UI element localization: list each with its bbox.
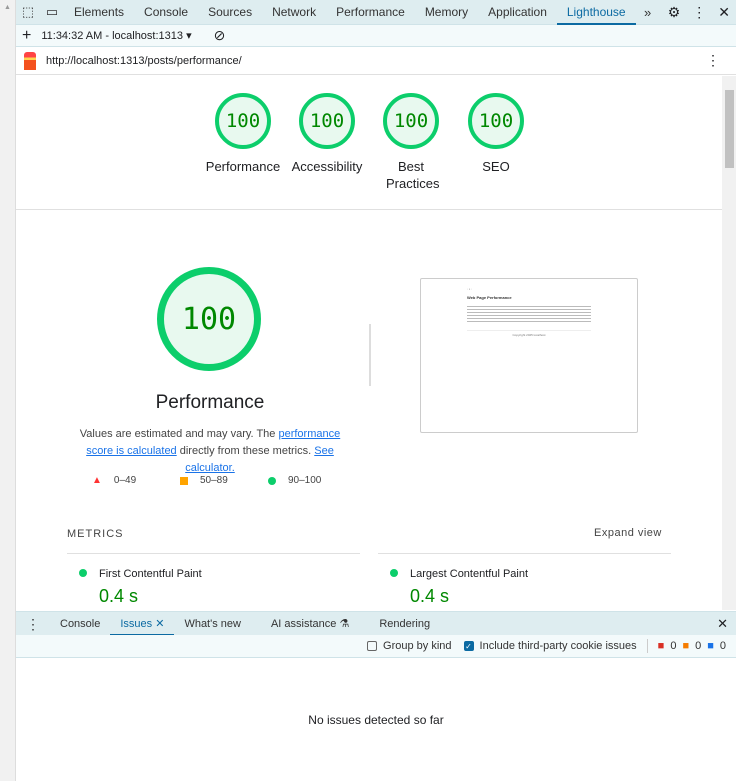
no-issues-message: No issues detected so far (308, 713, 444, 727)
divider (16, 209, 722, 210)
close-icon[interactable]: ✕ (718, 4, 730, 21)
gauge-performance[interactable]: 100 Performance (198, 93, 288, 175)
tab-memory[interactable]: Memory (415, 0, 478, 25)
performance-description: Values are estimated and may vary. The p… (68, 426, 352, 477)
drawer-menu-icon[interactable]: ⋮ (16, 612, 50, 636)
third-party-label: Include third-party cookie issues (479, 640, 637, 652)
close-tab-icon[interactable]: ✕ (155, 618, 164, 630)
metric-value: 0.4 s (410, 586, 450, 606)
more-tabs-icon[interactable]: » (636, 5, 660, 20)
final-screenshot[interactable]: ◦ ▪ ◦ Web Page Performance Copyright 202… (420, 278, 638, 433)
screenshot-footer: Copyright 2025 localhost (467, 330, 591, 337)
screenshot-title: Web Page Performance (467, 295, 512, 300)
error-count: 0 (670, 640, 677, 652)
tab-lighthouse[interactable]: Lighthouse (556, 0, 636, 25)
info-issue-icon: ■ (707, 640, 714, 652)
legend-pass: 90–100 (288, 475, 322, 486)
scrollbar-thumb[interactable] (725, 90, 734, 168)
divider (67, 553, 360, 554)
inspect-element-icon[interactable]: ⬚ (16, 4, 40, 20)
info-count: 0 (719, 640, 726, 652)
tab-performance[interactable]: Performance (326, 0, 415, 25)
fail-triangle-icon: ▲ (92, 475, 102, 486)
drawer-tab-whats-new[interactable]: What's new (174, 612, 251, 636)
clear-icon[interactable]: ⊘ (214, 27, 226, 44)
drawer-tab-issues[interactable]: Issues ✕ (110, 612, 175, 636)
close-drawer-icon[interactable]: ✕ (717, 616, 728, 632)
metric-value: 0.4 s (99, 586, 139, 606)
pass-circle-icon (390, 569, 398, 577)
tab-sources[interactable]: Sources (198, 0, 262, 25)
flask-icon: ⚗ (339, 617, 350, 630)
screenshot-text (467, 304, 591, 324)
gauge-score: 100 (215, 93, 271, 149)
tab-label: Issues (120, 617, 153, 630)
report-scrollbar[interactable] (722, 76, 736, 610)
divider (369, 324, 371, 386)
desc-text: Values are estimated and may vary. The (79, 428, 279, 440)
gauge-accessibility[interactable]: 100 Accessibility (282, 93, 372, 175)
gauge-score: 100 (299, 93, 355, 149)
pass-circle-icon (79, 569, 87, 577)
gauge-label: Best Practices (386, 159, 440, 191)
metrics-heading: METRICS (67, 528, 124, 540)
gauge-label: Accessibility (291, 159, 363, 174)
divider (378, 553, 671, 554)
drawer-tab-console[interactable]: Console (50, 612, 110, 636)
group-by-kind-label: Group by kind (383, 640, 452, 652)
metric-name: Largest Contentful Paint (410, 568, 529, 580)
tab-elements[interactable]: Elements (64, 0, 134, 25)
gauge-label: SEO (482, 159, 510, 174)
metric-fcp: First Contentful Paint 0.4 s (79, 566, 202, 607)
metric-name: First Contentful Paint (99, 568, 202, 580)
legend-fail: 0–49 (113, 475, 137, 486)
report-menu-icon[interactable]: ⋮ (706, 52, 720, 69)
report-url[interactable]: http://localhost:1313/posts/performance/ (46, 55, 242, 67)
report-select[interactable]: 11:34:32 AM - localhost:1313 ▾ (41, 29, 191, 42)
devtools-tabbar: ⬚ ▭ Elements Console Sources Network Per… (16, 0, 736, 25)
desc-text: directly from these metrics. (176, 445, 315, 457)
error-issue-icon: ■ (657, 640, 665, 652)
tab-application[interactable]: Application (478, 0, 557, 25)
lighthouse-logo-icon (24, 51, 36, 70)
gauge-label: Performance (205, 159, 281, 174)
screenshot-nav-icons: ◦ ▪ ◦ (467, 287, 472, 291)
tab-network[interactable]: Network (262, 0, 326, 25)
warning-issue-icon: ■ (682, 640, 690, 652)
new-report-icon[interactable]: + (22, 27, 31, 45)
drawer-tabbar: ⋮ Console Issues ✕ What's new AI assista… (16, 611, 736, 636)
drawer-tab-rendering[interactable]: Rendering (369, 612, 440, 636)
performance-big-gauge: 100 (157, 267, 261, 371)
gauge-best-practices[interactable]: 100 Best Practices (366, 93, 456, 192)
more-menu-icon[interactable]: ⋮ (692, 4, 706, 21)
expand-view-button[interactable]: Expand view (594, 527, 662, 539)
legend-average: 50–89 (200, 475, 228, 486)
drawer-tab-ai-assistance[interactable]: AI assistance ⚗ (261, 612, 359, 636)
gauge-score: 100 (468, 93, 524, 149)
tab-label: AI assistance (270, 617, 337, 630)
average-square-icon (180, 476, 188, 485)
tab-console[interactable]: Console (134, 0, 198, 25)
gauge-score: 100 (383, 93, 439, 149)
gauge-seo[interactable]: 100 SEO (451, 93, 541, 175)
scroll-up-icon[interactable]: ▲ (4, 4, 11, 11)
group-by-kind-checkbox[interactable] (367, 641, 378, 651)
pass-circle-icon (268, 476, 276, 485)
device-toolbar-icon[interactable]: ▭ (40, 4, 64, 20)
performance-title: Performance (155, 392, 265, 413)
score-legend: ▲ 0–49 50–89 90–100 (92, 475, 321, 486)
metric-lcp: Largest Contentful Paint 0.4 s (390, 566, 528, 607)
settings-gear-icon[interactable]: ⚙ (668, 4, 681, 21)
outer-scrollbar[interactable]: ▲ (0, 0, 16, 781)
warning-count: 0 (695, 640, 702, 652)
third-party-checkbox[interactable]: ✓ (463, 641, 474, 651)
report-select-label: 11:34:32 AM - localhost:1313 (41, 30, 184, 42)
